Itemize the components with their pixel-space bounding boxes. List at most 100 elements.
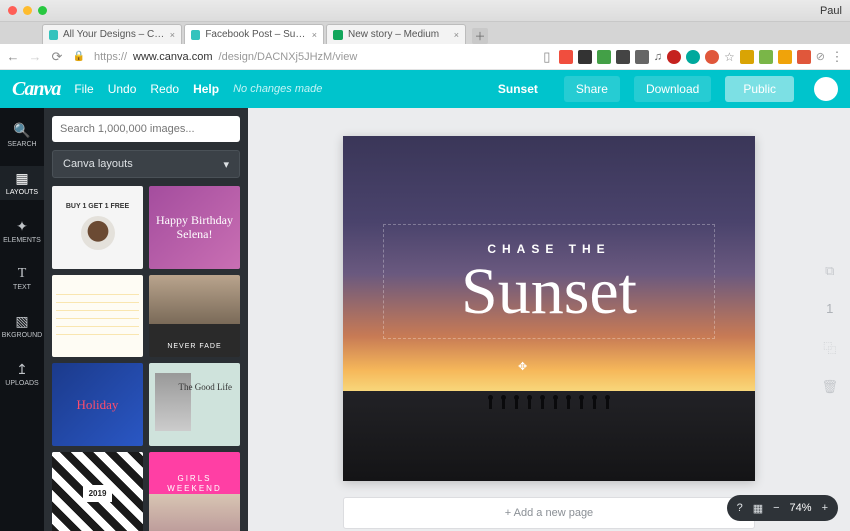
copy-page-icon[interactable]: ⧉ (825, 263, 834, 279)
extension-icon[interactable] (778, 50, 792, 64)
layout-thumb[interactable]: The Good Life (149, 363, 240, 446)
extension-icon[interactable] (797, 50, 811, 64)
forward-icon[interactable]: → (28, 49, 42, 64)
close-tab-icon[interactable]: × (312, 30, 317, 40)
grid-view-icon[interactable]: ▦ (753, 502, 763, 515)
browser-tab[interactable]: All Your Designs – Canva × (42, 24, 182, 44)
canvas-area[interactable]: CHASE THE Sunset ✥ + Add a new page ⧉ 1 … (248, 108, 850, 531)
favicon-icon (191, 30, 200, 40)
close-tab-icon[interactable]: × (454, 30, 459, 40)
extension-icon[interactable] (635, 50, 649, 64)
canva-logo[interactable]: Canva (12, 78, 60, 101)
save-status: No changes made (233, 83, 322, 95)
no-ads-icon[interactable]: ⊘ (816, 50, 825, 63)
address-bar[interactable]: https://www.canva.com/design/DACNXj5JHzM… (94, 51, 532, 63)
rail-background[interactable]: ▧ BKGROUND (0, 309, 44, 343)
rail-uploads[interactable]: ↥UPLOADS (0, 357, 44, 391)
layout-thumb[interactable]: 2019 (52, 452, 143, 531)
share-button[interactable]: Share (564, 76, 620, 102)
rail-label: UPLOADS (5, 380, 38, 387)
dropdown-label: Canva layouts (63, 158, 133, 170)
notepaper-icon (56, 294, 139, 339)
rail-layouts[interactable]: ▦LAYOUTS (0, 166, 44, 200)
design-subtitle[interactable]: CHASE THE (487, 242, 610, 256)
maximize-window-icon[interactable] (38, 6, 47, 15)
mac-titlebar: Paul (0, 0, 850, 22)
zoom-control[interactable]: ? ▦ − 74% + (727, 495, 838, 521)
design-page[interactable]: CHASE THE Sunset ✥ (343, 136, 755, 481)
rail-label: SEARCH (7, 141, 36, 148)
browser-tabstrip: All Your Designs – Canva × Facebook Post… (0, 22, 850, 44)
menu-file[interactable]: File (74, 82, 93, 96)
browser-toolbar: ← → ⟳ 🔒 https://www.canva.com/design/DAC… (0, 44, 850, 70)
zoom-out-button[interactable]: − (773, 502, 779, 514)
tab-title: Facebook Post – Sunset (205, 29, 306, 40)
delete-page-icon[interactable]: 🗑 (821, 379, 838, 395)
tab-title: All Your Designs – Canva (63, 29, 165, 40)
zoom-in-button[interactable]: + (822, 502, 828, 514)
layout-grid: BUY 1 GET 1 FREE Happy Birthday Selena! … (52, 186, 240, 531)
extension-icon[interactable] (667, 50, 681, 64)
public-button[interactable]: Public (725, 76, 794, 102)
layout-thumb[interactable]: NEVER FADE (149, 275, 240, 358)
extension-icons: ▯ ♫ ☆ ⊘ ⋮ (540, 49, 844, 65)
extension-icon[interactable] (559, 50, 573, 64)
layout-thumb[interactable]: GIRLS WEEKEND (149, 452, 240, 531)
layout-thumb[interactable]: BUY 1 GET 1 FREE (52, 186, 143, 269)
rail-elements[interactable]: ✦ELEMENTS (0, 214, 44, 248)
thumb-text: Holiday (77, 397, 119, 413)
menu-redo[interactable]: Redo (150, 82, 179, 96)
browser-tab[interactable]: Facebook Post – Sunset × (184, 24, 324, 44)
extension-icon[interactable] (759, 50, 773, 64)
rail-label: ELEMENTS (3, 237, 41, 244)
window-controls[interactable] (8, 6, 47, 15)
thumb-text: NEVER FADE (149, 343, 240, 351)
chrome-menu-icon[interactable]: ⋮ (830, 49, 844, 65)
cast-icon[interactable]: ▯ (540, 49, 554, 65)
close-window-icon[interactable] (8, 6, 17, 15)
help-icon[interactable]: ? (737, 502, 743, 514)
rail-label: BKGROUND (2, 332, 42, 339)
favicon-icon (49, 30, 58, 40)
document-name[interactable]: Sunset (486, 76, 550, 102)
canva-topbar: Canva File Undo Redo Help No changes mad… (0, 70, 850, 108)
minimize-window-icon[interactable] (23, 6, 32, 15)
rail-label: LAYOUTS (6, 189, 38, 196)
background-icon: ▧ (0, 313, 44, 330)
text-frame[interactable]: CHASE THE Sunset ✥ (383, 224, 715, 339)
search-input[interactable] (52, 116, 240, 142)
people-silhouettes (343, 393, 755, 411)
duplicate-page-icon[interactable]: ⿻ (823, 338, 836, 357)
close-tab-icon[interactable]: × (170, 30, 175, 40)
menu-undo[interactable]: Undo (108, 82, 137, 96)
bookmark-star-icon[interactable]: ☆ (724, 50, 735, 64)
menu-help[interactable]: Help (193, 82, 219, 96)
coffee-icon (81, 216, 115, 250)
user-avatar[interactable] (814, 77, 838, 101)
layout-thumb[interactable]: Happy Birthday Selena! (149, 186, 240, 269)
new-tab-button[interactable]: ＋ (472, 28, 488, 44)
reload-icon[interactable]: ⟳ (50, 49, 64, 65)
extension-icon[interactable] (578, 50, 592, 64)
add-page-button[interactable]: + Add a new page (343, 497, 755, 529)
search-icon: 🔍 (0, 122, 44, 139)
layouts-dropdown[interactable]: Canva layouts ▾ (52, 150, 240, 178)
rail-search[interactable]: 🔍 SEARCH (0, 118, 44, 152)
extension-icon[interactable] (616, 50, 630, 64)
secure-icon: 🔒 (72, 51, 86, 62)
extension-icon[interactable] (705, 50, 719, 64)
back-icon[interactable]: ← (6, 49, 20, 64)
browser-tab[interactable]: New story – Medium × (326, 24, 466, 44)
page-number: 1 (826, 301, 833, 316)
move-cursor-icon: ✥ (518, 360, 527, 373)
tab-title: New story – Medium (348, 29, 439, 40)
extension-icon[interactable] (597, 50, 611, 64)
layout-thumb[interactable]: Holiday (52, 363, 143, 446)
rail-text[interactable]: TTEXT (0, 262, 44, 295)
layout-thumb[interactable] (52, 275, 143, 358)
music-note-icon[interactable]: ♫ (654, 51, 662, 63)
design-title[interactable]: Sunset (461, 264, 637, 320)
extension-icon[interactable] (740, 50, 754, 64)
extension-icon[interactable] (686, 50, 700, 64)
download-button[interactable]: Download (634, 76, 711, 102)
